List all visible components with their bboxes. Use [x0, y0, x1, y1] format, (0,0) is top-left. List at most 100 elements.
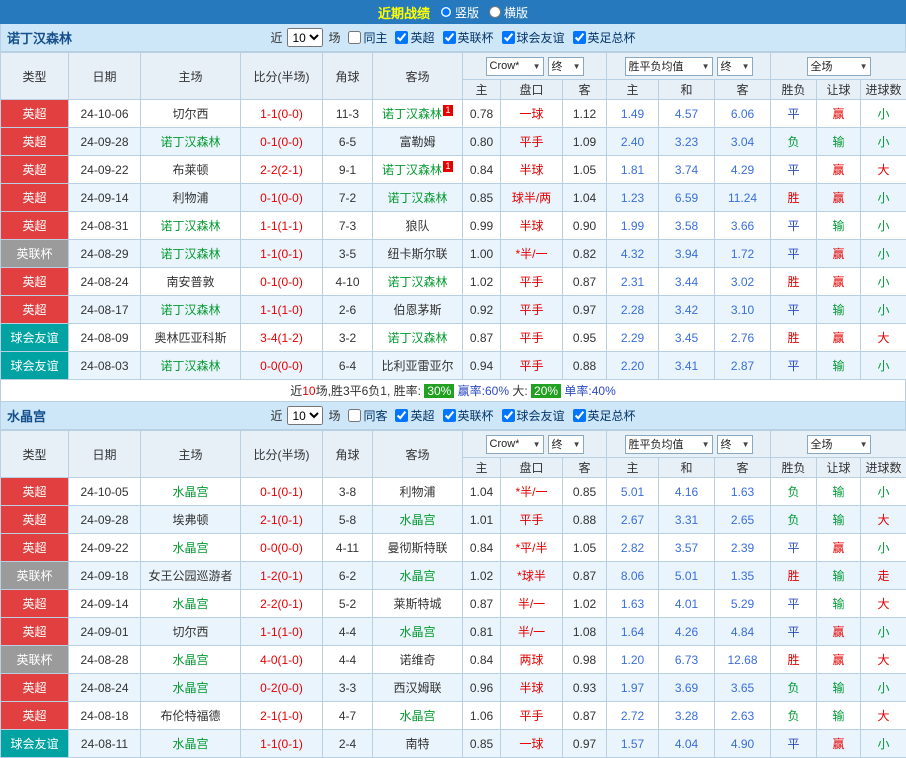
competition-filter-checkbox[interactable]: [443, 409, 456, 422]
home-team[interactable]: 利物浦: [141, 184, 241, 212]
same-venue-filter[interactable]: 同主: [343, 29, 387, 46]
vertical-layout-radio[interactable]: [440, 6, 452, 18]
competition-filter[interactable]: 球会友谊: [497, 407, 565, 424]
match-score[interactable]: 2-1(0-1): [241, 506, 323, 534]
recent-count-select[interactable]: 10: [287, 406, 323, 425]
avg-type-select[interactable]: 胜平负均值▼: [625, 57, 713, 76]
away-team[interactable]: 富勒姆: [373, 128, 463, 156]
competition-filter[interactable]: 英足总杯: [568, 407, 636, 424]
competition-filter[interactable]: 英联杯: [438, 407, 494, 424]
away-team[interactable]: 西汉姆联: [373, 674, 463, 702]
match-score[interactable]: 1-1(0-1): [241, 730, 323, 758]
away-team[interactable]: 纽卡斯尔联: [373, 240, 463, 268]
away-team[interactable]: 诺丁汉森林: [373, 324, 463, 352]
away-team[interactable]: 莱斯特城: [373, 590, 463, 618]
home-team[interactable]: 水晶宫: [141, 730, 241, 758]
home-team[interactable]: 女王公园巡游者: [141, 562, 241, 590]
layout-option-horizontal[interactable]: 横版: [489, 4, 528, 21]
away-team[interactable]: 诺丁汉森林: [373, 268, 463, 296]
home-team[interactable]: 布莱顿: [141, 156, 241, 184]
competition-filter-checkbox[interactable]: [395, 31, 408, 44]
away-team[interactable]: 利物浦: [373, 478, 463, 506]
away-team[interactable]: 水晶宫: [373, 618, 463, 646]
match-score[interactable]: 1-1(0-0): [241, 100, 323, 128]
competition-filter-checkbox[interactable]: [443, 31, 456, 44]
match-score[interactable]: 4-0(1-0): [241, 646, 323, 674]
same-venue-filter[interactable]: 同客: [343, 407, 387, 424]
away-team[interactable]: 水晶宫: [373, 506, 463, 534]
competition-filter-checkbox[interactable]: [395, 409, 408, 422]
competition-filter[interactable]: 英超: [390, 407, 434, 424]
home-team[interactable]: 水晶宫: [141, 590, 241, 618]
avg-type-select[interactable]: 胜平负均值▼: [625, 435, 713, 454]
home-team[interactable]: 诺丁汉森林: [141, 240, 241, 268]
home-team[interactable]: 水晶宫: [141, 674, 241, 702]
home-team[interactable]: 诺丁汉森林: [141, 352, 241, 380]
recent-count-select[interactable]: 10: [287, 28, 323, 47]
home-team[interactable]: 切尔西: [141, 618, 241, 646]
competition-filter[interactable]: 球会友谊: [497, 29, 565, 46]
home-team[interactable]: 南安普敦: [141, 268, 241, 296]
scope-select[interactable]: 全场▼: [807, 57, 871, 76]
match-score[interactable]: 0-1(0-1): [241, 478, 323, 506]
away-team[interactable]: 南特: [373, 730, 463, 758]
match-score[interactable]: 3-4(1-2): [241, 324, 323, 352]
away-team[interactable]: 水晶宫: [373, 702, 463, 730]
competition-filter[interactable]: 英超: [390, 29, 434, 46]
match-score[interactable]: 2-1(1-0): [241, 702, 323, 730]
same-venue-filter-checkbox[interactable]: [348, 409, 361, 422]
match-score[interactable]: 0-1(0-0): [241, 128, 323, 156]
away-team[interactable]: 诺丁汉森林1: [373, 100, 463, 128]
away-team[interactable]: 比利亚雷亚尔: [373, 352, 463, 380]
home-team[interactable]: 诺丁汉森林: [141, 296, 241, 324]
match-score[interactable]: 1-2(0-1): [241, 562, 323, 590]
scope-select[interactable]: 全场▼: [807, 435, 871, 454]
odds-source-select[interactable]: Crow*▼: [486, 435, 544, 454]
handicap-line: 球半/两: [501, 184, 563, 212]
home-team[interactable]: 水晶宫: [141, 646, 241, 674]
competition-filter-checkbox[interactable]: [573, 31, 586, 44]
horizontal-layout-radio[interactable]: [489, 6, 501, 18]
match-score[interactable]: 1-1(1-0): [241, 618, 323, 646]
match-score[interactable]: 1-1(1-1): [241, 212, 323, 240]
corner-stat: 7-2: [323, 184, 373, 212]
away-team[interactable]: 伯恩茅斯: [373, 296, 463, 324]
odds-final-select[interactable]: 终▼: [548, 57, 584, 76]
avg-final-select[interactable]: 终▼: [717, 435, 753, 454]
home-team[interactable]: 奥林匹亚科斯: [141, 324, 241, 352]
home-team[interactable]: 水晶宫: [141, 534, 241, 562]
away-team[interactable]: 曼彻斯特联: [373, 534, 463, 562]
match-score[interactable]: 0-2(0-0): [241, 674, 323, 702]
away-team[interactable]: 诺丁汉森林: [373, 184, 463, 212]
layout-option-vertical[interactable]: 竖版: [440, 4, 479, 21]
column-header: 日期: [69, 53, 141, 100]
match-score[interactable]: 1-1(0-1): [241, 240, 323, 268]
odds-source-select[interactable]: Crow*▼: [486, 57, 544, 76]
competition-filter[interactable]: 英足总杯: [568, 29, 636, 46]
home-team[interactable]: 水晶宫: [141, 478, 241, 506]
competition-filter-checkbox[interactable]: [573, 409, 586, 422]
match-score[interactable]: 1-1(1-0): [241, 296, 323, 324]
competition-filter[interactable]: 英联杯: [438, 29, 494, 46]
home-team[interactable]: 诺丁汉森林: [141, 212, 241, 240]
match-score[interactable]: 0-1(0-0): [241, 268, 323, 296]
competition-filter-checkbox[interactable]: [502, 31, 515, 44]
home-team[interactable]: 布伦特福德: [141, 702, 241, 730]
match-score[interactable]: 2-2(2-1): [241, 156, 323, 184]
away-team[interactable]: 诺丁汉森林1: [373, 156, 463, 184]
home-team[interactable]: 诺丁汉森林: [141, 128, 241, 156]
away-team[interactable]: 诺维奇: [373, 646, 463, 674]
home-team[interactable]: 切尔西: [141, 100, 241, 128]
avg-final-select[interactable]: 终▼: [717, 57, 753, 76]
match-score[interactable]: 0-1(0-0): [241, 184, 323, 212]
away-team[interactable]: 狼队: [373, 212, 463, 240]
same-venue-filter-checkbox[interactable]: [348, 31, 361, 44]
match-score[interactable]: 0-0(0-0): [241, 352, 323, 380]
home-team[interactable]: 埃弗顿: [141, 506, 241, 534]
match-score[interactable]: 0-0(0-0): [241, 534, 323, 562]
match-row: 英超24-09-22布莱顿2-2(2-1)9-1诺丁汉森林10.84半球1.05…: [1, 156, 906, 184]
competition-filter-checkbox[interactable]: [502, 409, 515, 422]
match-score[interactable]: 2-2(0-1): [241, 590, 323, 618]
away-team[interactable]: 水晶宫: [373, 562, 463, 590]
odds-final-select[interactable]: 终▼: [548, 435, 584, 454]
